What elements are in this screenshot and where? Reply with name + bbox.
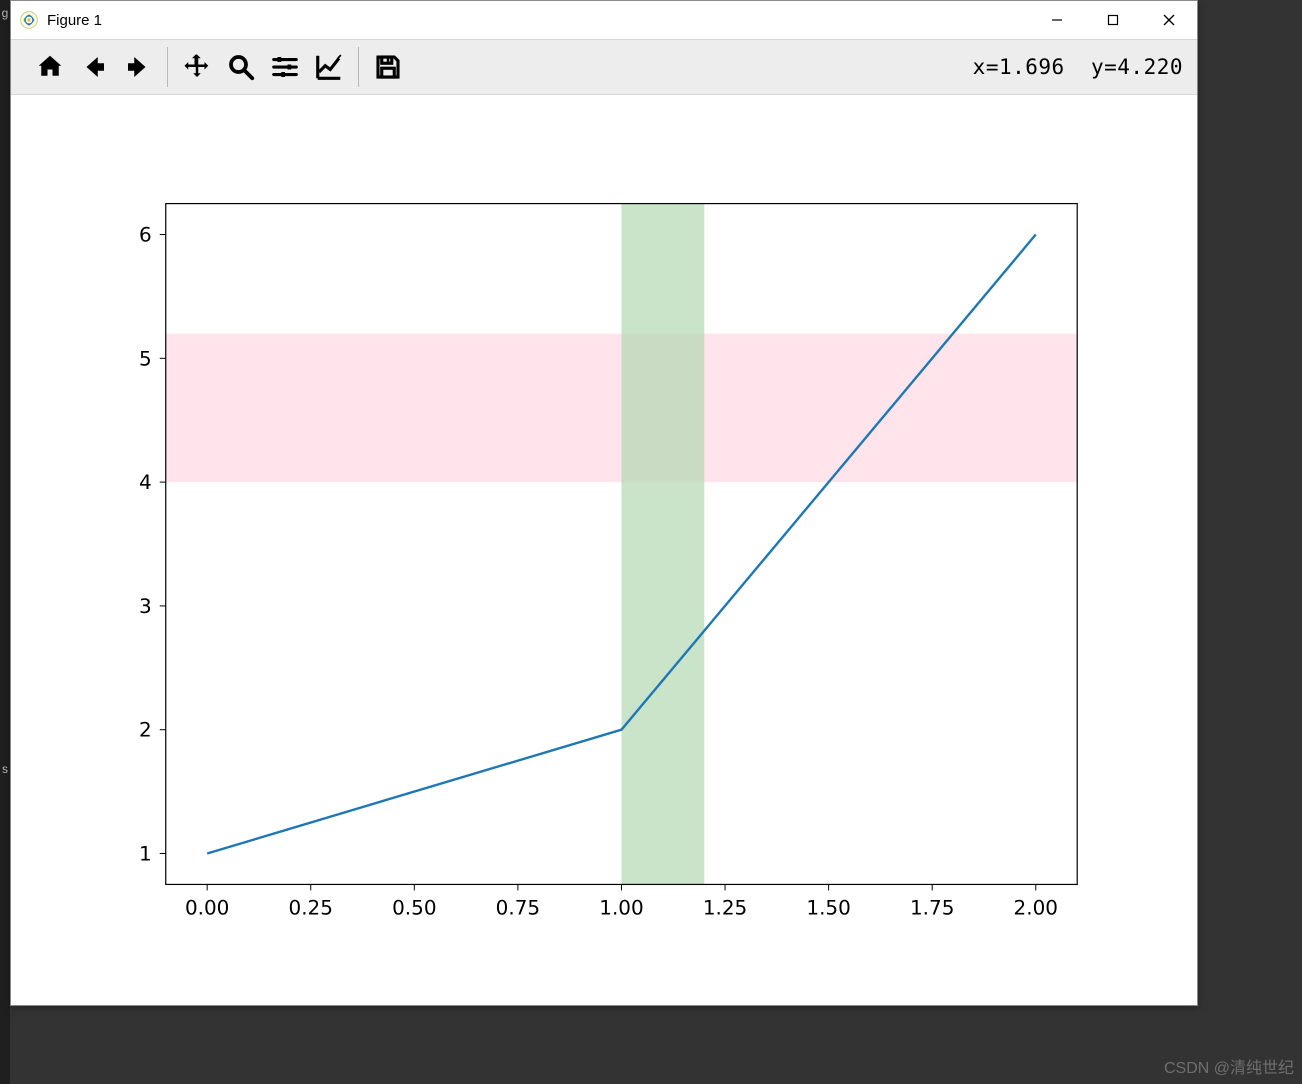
cursor-coordinates: x=1.696 y=4.220	[973, 55, 1189, 79]
x-tick-label: 0.50	[392, 895, 436, 919]
y-tick-label: 1	[139, 841, 152, 865]
edit-axis-button[interactable]	[308, 46, 350, 88]
toolbar: x=1.696 y=4.220	[11, 39, 1197, 95]
x-tick-label: 0.25	[289, 895, 333, 919]
coord-x-value: 1.696	[999, 55, 1065, 79]
pan-button[interactable]	[176, 46, 218, 88]
coord-y-label: y=	[1091, 55, 1117, 79]
maximize-button[interactable]	[1085, 1, 1141, 39]
figure-window: Figure 1	[10, 0, 1198, 1006]
x-tick-label: 0.75	[496, 895, 540, 919]
y-tick-label: 5	[139, 346, 152, 370]
plot-canvas[interactable]: 0.00 0.25 0.50 0.75 1.00 1.25 1.50 1.75 2.00 1 2 3 4…	[11, 95, 1197, 1005]
y-tick-label: 4	[139, 470, 152, 494]
close-button[interactable]	[1141, 1, 1197, 39]
editor-left-strip: gs	[0, 0, 10, 1084]
toolbar-divider	[358, 47, 359, 87]
app-icon	[19, 10, 39, 30]
axvspan	[621, 204, 704, 885]
home-button[interactable]	[29, 46, 71, 88]
back-button[interactable]	[73, 46, 115, 88]
forward-button[interactable]	[117, 46, 159, 88]
x-tick-label: 1.75	[910, 895, 954, 919]
x-tick-label: 1.00	[599, 895, 643, 919]
titlebar[interactable]: Figure 1	[11, 1, 1197, 39]
x-tick-label: 2.00	[1014, 895, 1058, 919]
watermark: CSDN @清纯世纪	[1164, 1054, 1294, 1078]
window-title: Figure 1	[47, 12, 102, 29]
minimize-button[interactable]	[1029, 1, 1085, 39]
save-button[interactable]	[367, 46, 409, 88]
chart-svg: 0.00 0.25 0.50 0.75 1.00 1.25 1.50 1.75 2.00 1 2 3 4…	[11, 95, 1197, 1005]
y-tick-label: 3	[139, 594, 152, 618]
configure-subplots-button[interactable]	[264, 46, 306, 88]
x-tick-label: 1.50	[806, 895, 850, 919]
x-tick-label: 1.25	[703, 895, 747, 919]
zoom-button[interactable]	[220, 46, 262, 88]
toolbar-divider	[167, 47, 168, 87]
y-tick-label: 2	[139, 718, 152, 742]
coord-y-value: 4.220	[1117, 55, 1183, 79]
coord-x-label: x=	[973, 55, 999, 79]
y-tick-label: 6	[139, 223, 152, 247]
x-tick-label: 0.00	[185, 895, 229, 919]
